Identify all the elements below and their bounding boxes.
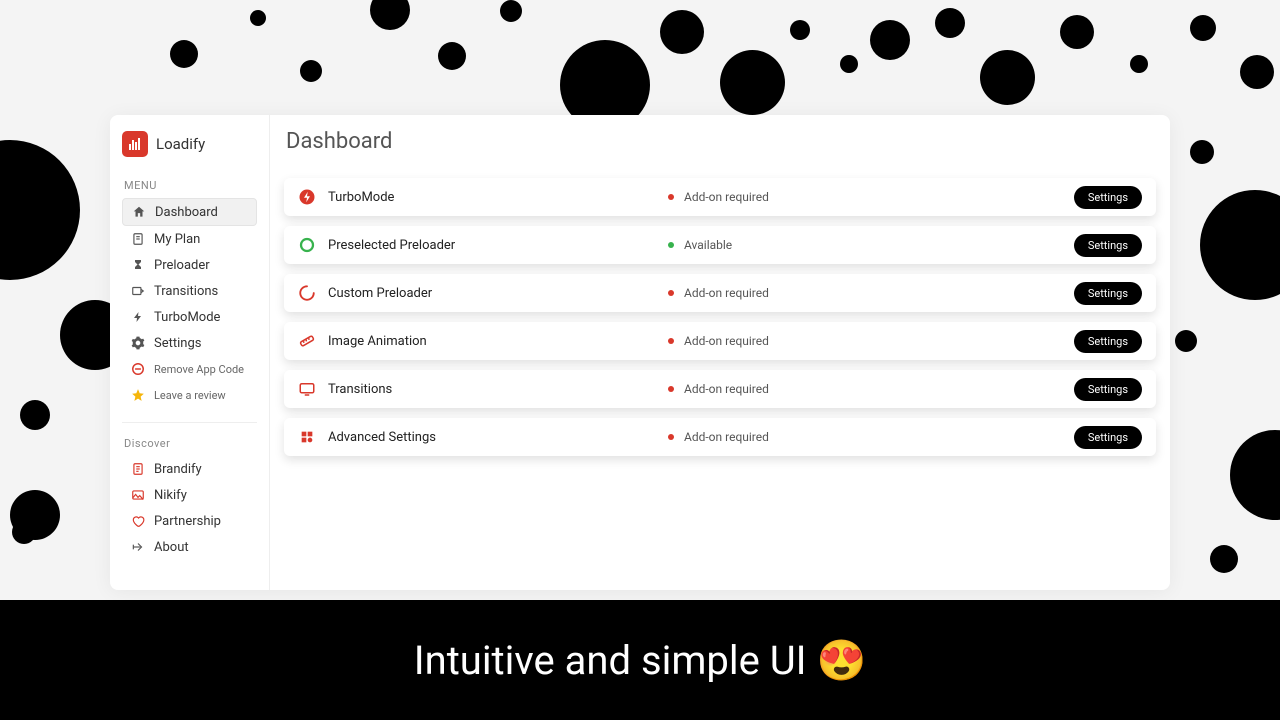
grid-icon <box>298 428 316 446</box>
card-status: Add-on required <box>668 382 1074 396</box>
bolt-circle-icon <box>298 188 316 206</box>
card-list: TurboMode Add-on required Settings Prese… <box>280 168 1160 466</box>
menu-section-label: MENU <box>124 179 255 192</box>
sidebar-item-turbomode[interactable]: TurboMode <box>122 304 257 330</box>
sidebar-item-label: TurboMode <box>154 310 220 325</box>
sidebar-item-preloader[interactable]: Preloader <box>122 252 257 278</box>
status-text: Available <box>684 238 732 252</box>
hourglass-icon <box>130 257 146 273</box>
gear-icon <box>130 335 146 351</box>
card-image-animation: Image Animation Add-on required Settings <box>284 322 1156 360</box>
settings-button[interactable]: Settings <box>1074 186 1142 209</box>
card-transitions: Transitions Add-on required Settings <box>284 370 1156 408</box>
card-title: TurboMode <box>328 190 668 205</box>
card-title: Custom Preloader <box>328 286 668 301</box>
card-title: Preselected Preloader <box>328 238 668 253</box>
sidebar-item-brandify[interactable]: Brandify <box>122 456 257 482</box>
settings-button[interactable]: Settings <box>1074 426 1142 449</box>
card-status: Available <box>668 238 1074 252</box>
sidebar-item-transitions[interactable]: Transitions <box>122 278 257 304</box>
card-title: Advanced Settings <box>328 430 668 445</box>
sidebar-item-label: Transitions <box>154 284 218 299</box>
sidebar-item-label: Dashboard <box>155 205 218 220</box>
ruler-icon <box>298 332 316 350</box>
divider <box>122 422 257 423</box>
sidebar-item-nikify[interactable]: Nikify <box>122 482 257 508</box>
status-text: Add-on required <box>684 334 769 348</box>
card-title: Transitions <box>328 382 668 397</box>
card-advanced-settings: Advanced Settings Add-on required Settin… <box>284 418 1156 456</box>
sidebar-item-label: Settings <box>154 336 201 351</box>
sidebar-item-dashboard[interactable]: Dashboard <box>122 198 257 226</box>
circle-outline-icon <box>298 236 316 254</box>
brand: Loadify <box>122 131 257 157</box>
app-window: Loadify MENU Dashboard My Plan Preloader… <box>110 115 1170 590</box>
status-text: Add-on required <box>684 190 769 204</box>
sidebar-item-label: Remove App Code <box>154 363 244 376</box>
sidebar-item-label: Leave a review <box>154 389 226 402</box>
document-icon <box>130 231 146 247</box>
status-dot-icon <box>668 242 674 248</box>
status-text: Add-on required <box>684 382 769 396</box>
about-icon <box>130 539 146 555</box>
transitions-icon <box>130 283 146 299</box>
bolt-icon <box>130 309 146 325</box>
discover-section-label: Discover <box>124 437 255 450</box>
settings-button[interactable]: Settings <box>1074 282 1142 305</box>
sidebar-item-about[interactable]: About <box>122 534 257 560</box>
sidebar-item-label: My Plan <box>154 232 200 247</box>
sidebar-item-settings[interactable]: Settings <box>122 330 257 356</box>
brand-name: Loadify <box>156 135 205 153</box>
nikify-icon <box>130 487 146 503</box>
card-custom-preloader: Custom Preloader Add-on required Setting… <box>284 274 1156 312</box>
sidebar-item-my-plan[interactable]: My Plan <box>122 226 257 252</box>
sidebar-item-label: Nikify <box>154 488 187 503</box>
brandify-icon <box>130 461 146 477</box>
sidebar-item-partnership[interactable]: Partnership <box>122 508 257 534</box>
status-text: Add-on required <box>684 430 769 444</box>
card-title: Image Animation <box>328 334 668 349</box>
sidebar-item-label: Preloader <box>154 258 210 273</box>
settings-button[interactable]: Settings <box>1074 330 1142 353</box>
sidebar: Loadify MENU Dashboard My Plan Preloader… <box>110 115 270 590</box>
sidebar-item-label: About <box>154 540 189 555</box>
card-status: Add-on required <box>668 190 1074 204</box>
card-turbomode: TurboMode Add-on required Settings <box>284 178 1156 216</box>
status-text: Add-on required <box>684 286 769 300</box>
status-dot-icon <box>668 290 674 296</box>
star-icon <box>130 387 146 403</box>
settings-button[interactable]: Settings <box>1074 378 1142 401</box>
card-status: Add-on required <box>668 286 1074 300</box>
card-preselected-preloader: Preselected Preloader Available Settings <box>284 226 1156 264</box>
heart-icon <box>130 513 146 529</box>
brand-logo-icon <box>122 131 148 157</box>
sidebar-item-label: Brandify <box>154 462 202 477</box>
sidebar-item-remove-app-code[interactable]: Remove App Code <box>122 356 257 382</box>
status-dot-icon <box>668 386 674 392</box>
settings-button[interactable]: Settings <box>1074 234 1142 257</box>
main-content: Dashboard TurboMode Add-on required Sett… <box>270 115 1170 590</box>
page-title: Dashboard <box>280 129 1160 168</box>
remove-icon <box>130 361 146 377</box>
card-status: Add-on required <box>668 430 1074 444</box>
card-status: Add-on required <box>668 334 1074 348</box>
home-icon <box>131 204 147 220</box>
spinner-icon <box>298 284 316 302</box>
marketing-caption: Intuitive and simple UI 😍 <box>0 600 1280 720</box>
sidebar-item-label: Partnership <box>154 514 221 529</box>
status-dot-icon <box>668 338 674 344</box>
status-dot-icon <box>668 194 674 200</box>
status-dot-icon <box>668 434 674 440</box>
monitor-icon <box>298 380 316 398</box>
sidebar-item-leave-review[interactable]: Leave a review <box>122 382 257 408</box>
